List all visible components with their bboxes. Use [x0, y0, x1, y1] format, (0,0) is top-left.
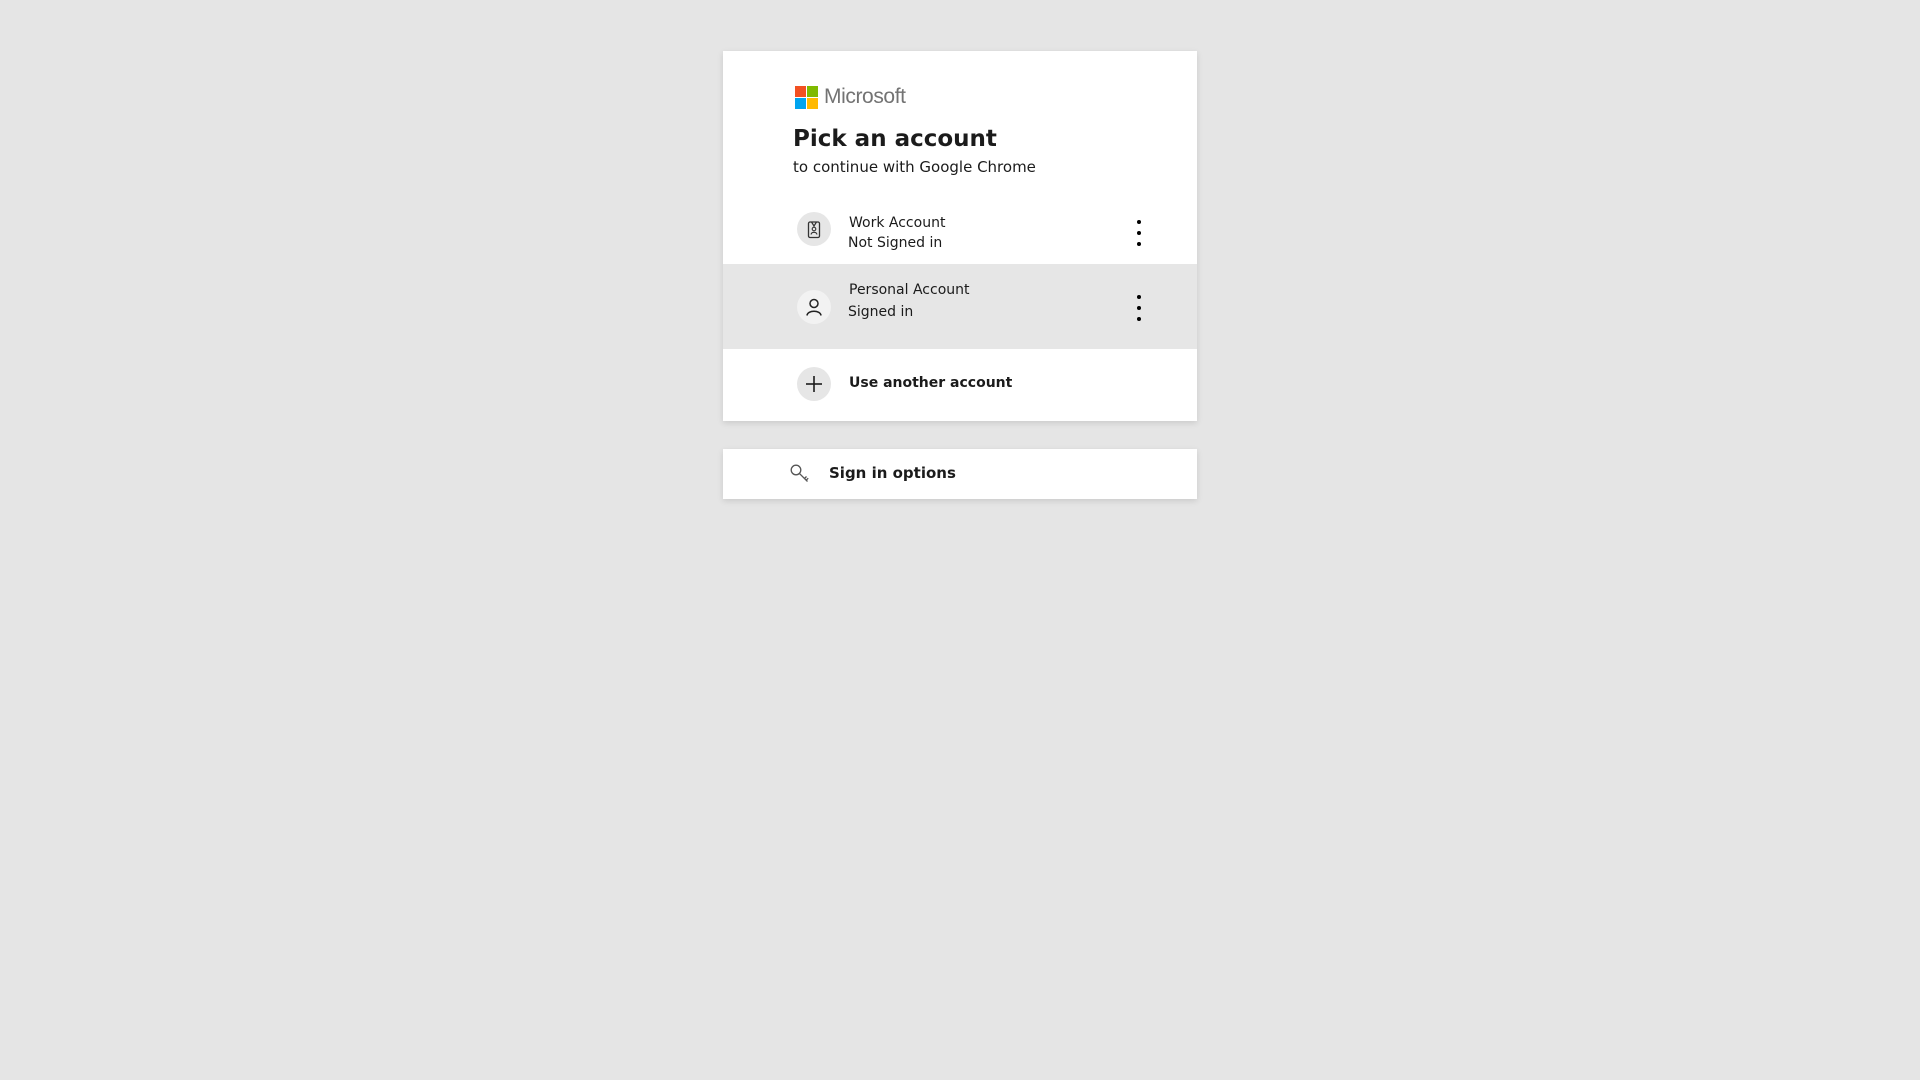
sign-in-options-label: Sign in options — [829, 464, 956, 482]
page-title: Pick an account — [793, 126, 997, 152]
page-subtitle: to continue with Google Chrome — [793, 158, 1036, 176]
key-icon — [789, 463, 811, 485]
badge-icon — [797, 212, 831, 246]
account-row-work[interactable]: Work Account Not Signed in — [723, 198, 1197, 264]
account-picker-card: Microsoft Pick an account to continue wi… — [723, 51, 1197, 421]
person-icon — [797, 290, 831, 324]
sign-in-options-button[interactable]: Sign in options — [723, 449, 1197, 499]
microsoft-logo: Microsoft — [795, 85, 906, 109]
account-name: Work Account — [849, 215, 946, 231]
account-row-personal[interactable]: Personal Account Signed in — [723, 264, 1197, 349]
account-name: Personal Account — [849, 282, 970, 298]
more-options-icon[interactable] — [1127, 214, 1151, 252]
plus-icon — [797, 367, 831, 401]
use-another-account-label: Use another account — [849, 375, 1013, 391]
use-another-account-button[interactable]: Use another account — [723, 349, 1197, 421]
account-status: Not Signed in — [848, 235, 943, 251]
logo-text: Microsoft — [824, 85, 906, 108]
microsoft-logo-icon — [795, 85, 818, 109]
account-status: Signed in — [848, 304, 914, 320]
more-options-icon[interactable] — [1127, 289, 1151, 327]
